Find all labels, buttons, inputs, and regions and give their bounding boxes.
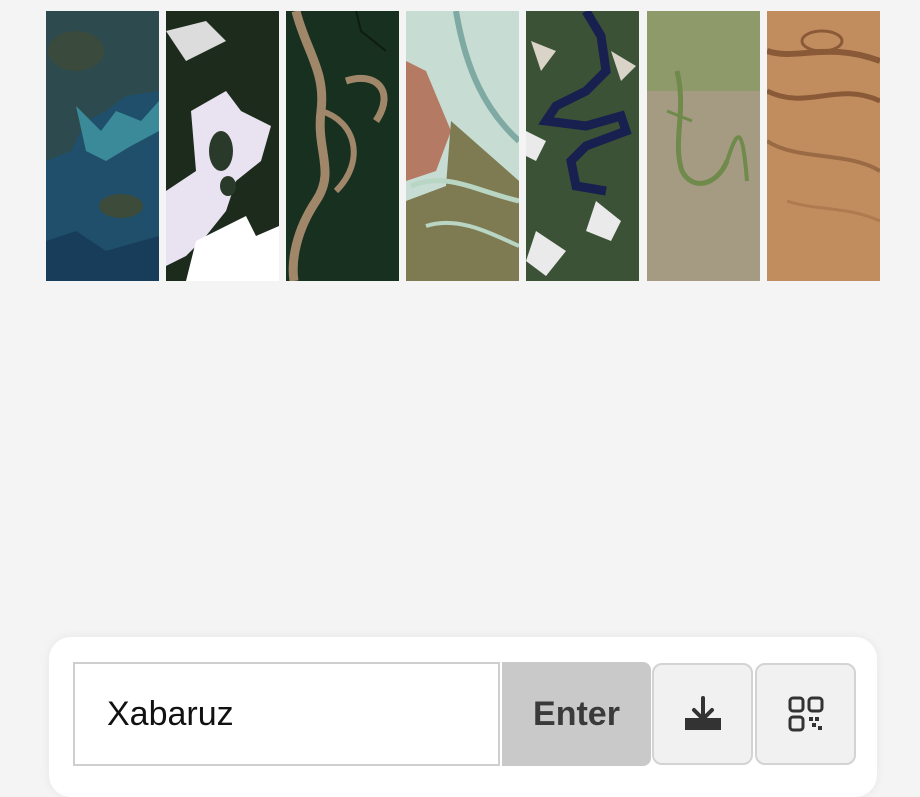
- satellite-image-desert: [767, 11, 880, 281]
- satellite-image-river: [286, 11, 399, 281]
- name-input[interactable]: [73, 662, 500, 766]
- download-button[interactable]: [652, 663, 753, 765]
- satellite-image-ice: [166, 11, 279, 281]
- satellite-image-steppe: [647, 11, 760, 281]
- download-icon: [684, 696, 721, 730]
- enter-button[interactable]: Enter: [502, 662, 651, 766]
- satellite-image-mountain-lakes: [526, 11, 639, 281]
- qr-code-icon: [788, 696, 823, 732]
- satellite-image-delta: [406, 11, 519, 281]
- qr-code-button[interactable]: [755, 663, 856, 765]
- satellite-image-coast: [46, 11, 159, 281]
